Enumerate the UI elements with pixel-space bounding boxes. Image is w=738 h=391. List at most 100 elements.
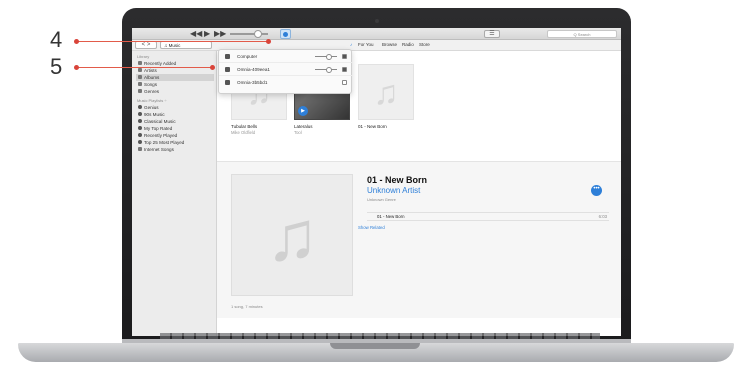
sidebar-item-label: My Top Rated xyxy=(144,126,173,131)
track-name: 01 - New Born xyxy=(377,214,405,219)
speaker-icon xyxy=(225,80,230,85)
tab-store[interactable]: Store xyxy=(419,42,430,47)
rewind-icon[interactable]: ◀◀ xyxy=(190,29,202,39)
volume-knob[interactable] xyxy=(254,30,262,38)
smart-playlist-icon xyxy=(138,119,142,123)
callout-dot-4-end xyxy=(266,39,271,44)
device-checkbox[interactable] xyxy=(342,80,347,85)
search-input[interactable]: Q Search xyxy=(547,30,617,38)
genres-icon xyxy=(138,89,142,93)
device-label: Computer xyxy=(237,54,258,59)
sidebar-item-internet-songs[interactable]: Internet Songs xyxy=(136,146,214,153)
sidebar-item-albums[interactable]: Albums xyxy=(136,74,214,81)
track-duration: 6:03 xyxy=(598,214,607,219)
smart-playlist-icon xyxy=(138,140,142,144)
sidebar-item-label: Internet Songs xyxy=(144,147,174,152)
sidebar-item-label: Genius xyxy=(144,105,159,110)
tab-for-you[interactable]: For You xyxy=(358,42,374,47)
device-label: Omnia-409eea1 xyxy=(237,67,270,72)
music-note-icon: ♫ xyxy=(265,197,319,275)
play-icon[interactable]: ▶ xyxy=(298,106,308,116)
itunes-window: ◀◀ ▶ ▶▶ ☰ Q Search < > ♫ Music ♪ For You… xyxy=(132,28,621,336)
tab-radio[interactable]: Radio xyxy=(402,42,414,47)
sidebar-item-label: Genres xyxy=(144,89,160,94)
play-icon[interactable]: ▶ xyxy=(204,29,210,39)
up-next-list-button[interactable]: ☰ xyxy=(484,30,500,38)
album-tile-new-born[interactable]: ♫ xyxy=(358,64,414,120)
itunes-titlebar: ◀◀ ▶ ▶▶ ☰ Q Search xyxy=(132,28,621,40)
sidebar-item-label: Classical Music xyxy=(144,119,176,124)
album-artist: Tool xyxy=(294,130,302,135)
album-artwork: ♫ xyxy=(231,174,353,296)
sidebar-item-my-top-rated[interactable]: My Top Rated xyxy=(136,125,214,132)
smart-playlist-icon xyxy=(138,126,142,130)
sidebar-item-genres[interactable]: Genres xyxy=(136,88,214,95)
sidebar-item-90s-music[interactable]: 90s Music xyxy=(136,111,214,118)
playlists-heading: Music Playlists ÷ xyxy=(137,98,167,103)
speaker-icon xyxy=(225,67,230,72)
album-detail-artist[interactable]: Unknown Artist xyxy=(367,186,420,195)
sidebar-item-artists[interactable]: Artists xyxy=(136,67,214,74)
track-row[interactable]: 01 - New Born 6:03 xyxy=(367,212,609,221)
callout-dot-4 xyxy=(74,39,79,44)
sidebar-item-recently-added[interactable]: Recently Added xyxy=(136,60,214,67)
album-title: 01 - New Born xyxy=(358,124,387,129)
airplay-devices-menu: Computer Omnia-409eea1 Omnia-3b5bd1 xyxy=(218,49,353,94)
album-artist: Mike Oldfield xyxy=(231,130,256,135)
fast-forward-icon[interactable]: ▶▶ xyxy=(214,29,226,39)
sidebar-item-label: Artists xyxy=(144,68,157,73)
microphone-icon xyxy=(138,68,142,72)
genius-icon xyxy=(138,105,142,109)
smart-playlist-icon xyxy=(138,133,142,137)
tab-browse[interactable]: Browse xyxy=(382,42,397,47)
sidebar-item-songs[interactable]: Songs xyxy=(136,81,214,88)
airplay-device-computer[interactable]: Computer xyxy=(219,50,353,63)
sidebar-item-label: Top 25 Most Played xyxy=(144,140,185,145)
show-related-link[interactable]: Show Related xyxy=(358,225,385,230)
sidebar-item-recently-played[interactable]: Recently Played xyxy=(136,132,214,139)
keyboard-edge xyxy=(160,333,600,339)
callout-line-5 xyxy=(76,67,213,68)
album-detail-title: 01 - New Born xyxy=(367,175,428,185)
sidebar-item-classical-music[interactable]: Classical Music xyxy=(136,118,214,125)
library-heading: Library xyxy=(137,54,150,59)
album-icon xyxy=(138,75,142,79)
tab-edge-icon: ♪ xyxy=(350,42,353,47)
source-selector[interactable]: ♫ Music xyxy=(160,41,212,49)
sidebar-item-label: Songs xyxy=(144,82,158,87)
volume-slider[interactable] xyxy=(230,33,268,35)
recently-added-icon xyxy=(138,61,142,65)
sidebar: Library Recently Added Artists Albums So… xyxy=(132,51,217,336)
device-label: Omnia-3b5bd1 xyxy=(237,80,268,85)
airplay-icon[interactable] xyxy=(280,29,291,39)
album-title: Tubular Bells xyxy=(231,124,258,129)
music-note-icon xyxy=(138,82,142,86)
laptop-opening-notch xyxy=(330,343,420,349)
more-options-button[interactable]: ••• xyxy=(591,185,602,196)
smart-playlist-icon xyxy=(138,112,142,116)
callout-line-4 xyxy=(76,41,269,42)
sidebar-item-label: Albums xyxy=(144,75,160,80)
device-volume-slider[interactable] xyxy=(315,67,337,73)
playlist-icon xyxy=(138,147,142,151)
sidebar-item-label: Recently Added xyxy=(144,61,177,66)
song-count: 1 song, 7 minutes xyxy=(231,304,263,309)
device-checkbox[interactable] xyxy=(342,67,347,72)
device-volume-slider[interactable] xyxy=(315,54,337,60)
airplay-device-omnia-1[interactable]: Omnia-409eea1 xyxy=(219,63,353,76)
sidebar-item-genius[interactable]: Genius xyxy=(136,104,214,111)
sidebar-item-label: 90s Music xyxy=(144,112,165,117)
airplay-device-omnia-2[interactable]: Omnia-3b5bd1 xyxy=(219,76,353,89)
camera-icon xyxy=(375,19,379,23)
callout-number-5: 5 xyxy=(50,54,63,79)
back-forward-buttons[interactable]: < > xyxy=(135,41,157,49)
sidebar-item-label: Recently Played xyxy=(144,133,178,138)
sidebar-item-top-25-most-played[interactable]: Top 25 Most Played xyxy=(136,139,214,146)
callout-dot-5 xyxy=(74,65,79,70)
computer-icon xyxy=(225,54,230,59)
callout-number-4: 4 xyxy=(50,27,63,52)
callout-dot-5-end xyxy=(210,65,215,70)
device-checkbox[interactable] xyxy=(342,54,347,59)
album-title: Lateralus xyxy=(294,124,313,129)
album-detail-genre: Unknown Genre xyxy=(367,197,396,202)
